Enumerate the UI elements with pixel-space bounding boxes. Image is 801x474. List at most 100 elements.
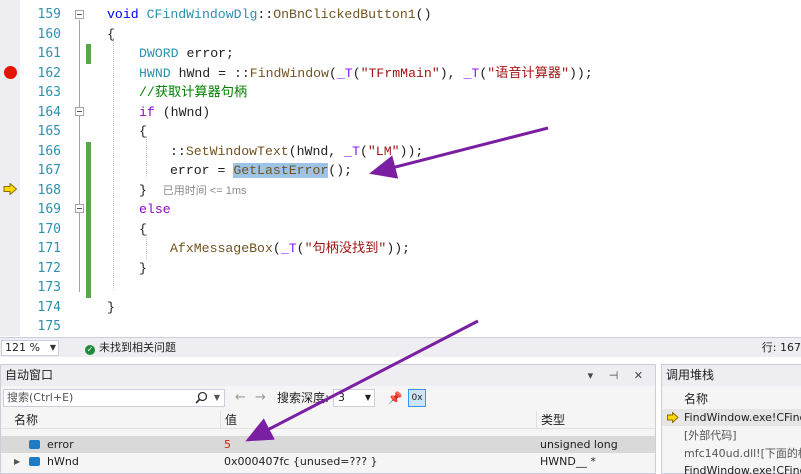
- breakpoint-icon[interactable]: [4, 66, 17, 79]
- code-line-next-statement[interactable]: 168 } 已用时间 <= 1ms: [20, 180, 801, 200]
- code-text: AfxMessageBox(_T("句柄没找到"));: [170, 241, 411, 256]
- line-number: 162: [37, 65, 61, 81]
- pin-icon[interactable]: 📌: [387, 390, 403, 406]
- hex-display-icon[interactable]: 0x: [408, 389, 426, 407]
- line-number: 159: [37, 7, 61, 22]
- code-line[interactable]: 161 DWORD error;: [20, 44, 801, 64]
- column-header-name[interactable]: 名称: [1, 411, 38, 429]
- line-number: 175: [37, 319, 61, 334]
- call-stack-frame[interactable]: [外部代码]: [662, 427, 801, 444]
- line-number: 166: [37, 143, 61, 159]
- column-header-name[interactable]: 名称: [662, 390, 801, 408]
- line-number: 168: [37, 182, 61, 198]
- chevron-down-icon: ▼: [49, 343, 56, 352]
- call-stack-window: 调用堆栈 名称 FindWindow.exe!CFindWindowDlg [外…: [661, 364, 801, 474]
- code-text: {: [139, 221, 147, 237]
- code-text: else: [139, 202, 171, 217]
- change-marker: [86, 239, 91, 259]
- search-icon[interactable]: [195, 391, 208, 404]
- line-number: 161: [37, 46, 61, 61]
- code-text: } 已用时间 <= 1ms: [139, 182, 247, 198]
- call-stack-title: 调用堆栈: [666, 368, 715, 382]
- code-comment: //获取计算器句柄: [139, 85, 248, 100]
- change-marker: [86, 180, 91, 200]
- change-marker: [86, 141, 91, 161]
- perf-tip: 已用时间 <= 1ms: [162, 184, 247, 197]
- expand-arrow-icon[interactable]: ▶: [14, 453, 20, 470]
- autos-window: 自动窗口 ▾ ⊣ ✕ 搜索(Ctrl+E) ▼ ← → 搜索深度: 3 ▼ 📌 …: [0, 364, 656, 474]
- code-text: {: [107, 26, 115, 42]
- search-input[interactable]: 搜索(Ctrl+E) ▼: [3, 389, 225, 407]
- code-line[interactable]: 171 AfxMessageBox(_T("句柄没找到"));: [20, 239, 801, 259]
- code-line[interactable]: 164 if (hWnd): [20, 103, 801, 123]
- line-number: 164: [37, 104, 61, 120]
- code-line[interactable]: 165 {: [20, 122, 801, 142]
- code-line[interactable]: 166 ::SetWindowText(hWnd, _T("LM"));: [20, 141, 801, 161]
- variable-icon: [29, 457, 40, 466]
- ok-check-icon: ✓: [85, 345, 95, 355]
- code-line[interactable]: 163 //获取计算器句柄: [20, 83, 801, 103]
- call-stack-title-bar[interactable]: 调用堆栈: [662, 365, 801, 386]
- line-number: 160: [37, 26, 61, 42]
- code-line-current[interactable]: 167 error = GetLastError();: [20, 161, 801, 181]
- table-row[interactable]: ▶ hWnd 0x000407fc {unused=??? } HWND__ *: [1, 453, 655, 470]
- code-line[interactable]: 174 }: [20, 298, 801, 318]
- editor-status-bar: 121 % ▼ ✓ 未找到相关问题 行: 167: [0, 337, 801, 357]
- current-statement-arrow-icon: [3, 183, 18, 195]
- code-text: void CFindWindowDlg::OnBnClickedButton1(…: [107, 7, 432, 22]
- line-number: 172: [37, 260, 61, 276]
- table-row[interactable]: error 5 unsigned long: [1, 436, 655, 453]
- code-line[interactable]: 162 HWND hWnd = ::FindWindow(_T("TFrmMai…: [20, 64, 801, 84]
- code-text: {: [139, 124, 147, 139]
- code-line[interactable]: 173: [20, 278, 801, 298]
- line-number: 170: [37, 221, 61, 237]
- glyph-margin[interactable]: [0, 0, 20, 336]
- line-number: 163: [37, 85, 61, 100]
- code-text: }: [107, 299, 115, 315]
- code-line[interactable]: 159 void CFindWindowDlg::OnBnClickedButt…: [20, 5, 801, 25]
- autos-window-title: 自动窗口: [5, 368, 54, 382]
- code-text: }: [139, 260, 147, 276]
- code-line[interactable]: 170 {: [20, 219, 801, 239]
- autos-window-title-bar[interactable]: 自动窗口 ▾ ⊣ ✕: [1, 365, 655, 386]
- chevron-down-icon: ▼: [364, 393, 371, 402]
- code-line[interactable]: 172 }: [20, 258, 801, 278]
- autos-toolbar: 搜索(Ctrl+E) ▼ ← → 搜索深度: 3 ▼ 📌 0x: [1, 387, 655, 409]
- search-depth-dropdown[interactable]: 3 ▼: [333, 389, 375, 407]
- zoom-dropdown[interactable]: 121 % ▼: [1, 340, 59, 356]
- call-stack-frame[interactable]: FindWindow.exe!CFindWindowApp: [662, 462, 801, 474]
- code-text: HWND hWnd = ::FindWindow(_T("TFrmMain"),…: [139, 65, 593, 81]
- issues-indicator[interactable]: ✓ 未找到相关问题: [85, 340, 176, 356]
- search-depth-label: 搜索深度:: [277, 391, 330, 405]
- code-line[interactable]: 175: [20, 317, 801, 337]
- column-header-value[interactable]: 值: [220, 411, 536, 429]
- back-arrow-icon[interactable]: ←: [235, 390, 246, 406]
- code-line[interactable]: 160 {: [20, 25, 801, 45]
- code-text: DWORD error;: [139, 46, 234, 61]
- change-marker: [86, 219, 91, 239]
- line-indicator[interactable]: 行: 167: [762, 340, 801, 356]
- code-text: if (hWnd): [139, 104, 211, 120]
- call-stack-frame[interactable]: FindWindow.exe!CFindWindowDlg: [662, 409, 801, 426]
- change-marker: [86, 278, 91, 298]
- line-number: 165: [37, 124, 61, 139]
- code-editor[interactable]: 159 void CFindWindowDlg::OnBnClickedButt…: [0, 0, 801, 336]
- chevron-down-icon[interactable]: ▼: [214, 390, 220, 406]
- forward-arrow-icon[interactable]: →: [255, 390, 266, 406]
- change-marker: [86, 44, 91, 64]
- change-marker: [86, 200, 91, 220]
- column-header-type[interactable]: 类型: [536, 411, 655, 429]
- change-marker: [86, 258, 91, 278]
- window-controls[interactable]: ▾ ⊣ ✕: [588, 365, 649, 386]
- line-number: 174: [37, 299, 61, 315]
- code-line[interactable]: 169 else: [20, 200, 801, 220]
- code-text: ::SetWindowText(hWnd, _T("LM"));: [170, 143, 424, 159]
- change-marker: [86, 161, 91, 181]
- selected-text: GetLastError: [233, 163, 329, 178]
- line-number: 169: [37, 202, 61, 217]
- current-frame-arrow-icon: [667, 412, 679, 423]
- call-stack-frame[interactable]: mfc140ud.dll![下面的框架可能不正确和/或缺失]: [662, 445, 801, 462]
- line-number: 173: [37, 280, 61, 295]
- line-number: 171: [37, 241, 61, 256]
- autos-grid-header: 名称 值 类型: [1, 411, 655, 429]
